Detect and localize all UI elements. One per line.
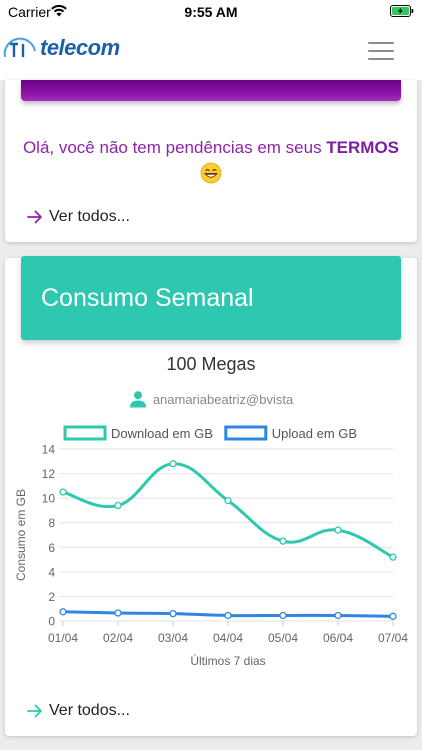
legend-swatch xyxy=(63,425,107,441)
consumption-see-all-label: Ver todos... xyxy=(49,702,130,719)
y-tick-label: 6 xyxy=(48,541,55,555)
data-point xyxy=(389,553,397,561)
x-tick-label: 05/04 xyxy=(268,631,298,645)
clock: 9:55 AM xyxy=(184,4,238,20)
x-tick-label: 02/04 xyxy=(103,631,133,645)
consumption-title: Consumo Semanal xyxy=(41,284,254,312)
terms-message: Olá, você não tem pendências em seus TER… xyxy=(13,136,409,184)
legend-label: Upload em GB xyxy=(272,426,357,441)
x-tick-label: 07/04 xyxy=(378,631,408,645)
weekly-consumption-card: Consumo Semanal 100 Megas anamariabeatri… xyxy=(5,256,417,736)
x-tick-label: 06/04 xyxy=(323,631,353,645)
data-point xyxy=(169,609,177,618)
logo-text: telecom xyxy=(40,35,120,57)
y-tick-label: 12 xyxy=(42,467,56,481)
y-tick-label: 8 xyxy=(48,516,55,530)
data-point xyxy=(59,488,67,496)
x-axis-label: Últimos 7 dias xyxy=(190,653,265,668)
data-point xyxy=(334,611,342,620)
arrow-right-icon xyxy=(27,210,42,224)
series-line xyxy=(62,462,394,559)
weekly-consumption-chart: Download em GB Upload em GB 0 2 4 6 8 10 12 14 01/… xyxy=(14,425,408,668)
data-point xyxy=(224,611,232,620)
x-tick-label: 04/04 xyxy=(213,631,243,645)
terms-card-header xyxy=(21,80,401,101)
y-tick-label: 0 xyxy=(48,615,55,629)
terms-see-all-link[interactable]: Ver todos... xyxy=(27,208,130,226)
user-email: anamariabeatriz@bvista xyxy=(152,391,294,407)
status-bar: Carrier 9:55 AM xyxy=(0,0,422,24)
grinning-face-icon xyxy=(200,162,222,183)
data-point xyxy=(389,612,397,620)
terms-message-emphasis: TERMOS xyxy=(326,138,400,157)
y-tick-label: 14 xyxy=(42,443,56,457)
app-header: telecom xyxy=(0,24,422,80)
battery-charging-icon xyxy=(390,5,414,17)
data-point xyxy=(224,496,232,505)
terms-card: Olá, você não tem pendências em seus TER… xyxy=(5,80,417,242)
x-tick-label: 01/04 xyxy=(48,631,78,645)
y-tick-label: 4 xyxy=(48,565,55,579)
user-icon xyxy=(129,391,146,408)
consumption-card-header: Consumo Semanal xyxy=(21,256,401,340)
x-tick-label: 03/04 xyxy=(158,631,188,645)
data-point xyxy=(169,460,177,468)
data-point xyxy=(279,537,287,545)
arrow-right-icon xyxy=(27,704,42,718)
data-point xyxy=(114,501,122,510)
consumption-see-all-link[interactable]: Ver todos... xyxy=(27,702,130,720)
data-point xyxy=(279,611,287,620)
legend-swatch xyxy=(224,425,268,441)
terms-see-all-label: Ver todos... xyxy=(49,208,130,225)
hamburger-menu-icon[interactable] xyxy=(368,42,394,62)
user-row: anamariabeatriz@bvista xyxy=(5,390,417,408)
data-point xyxy=(334,526,342,534)
company-logo: telecom xyxy=(0,35,128,57)
logo-mark-icon xyxy=(3,37,36,57)
data-point xyxy=(59,608,67,616)
y-axis-label: Consumo em GB xyxy=(14,489,28,581)
terms-message-text: Olá, você não tem pendências em seus xyxy=(22,138,327,157)
data-point xyxy=(114,609,122,617)
plan-name: 100 Megas xyxy=(166,354,256,374)
y-tick-label: 2 xyxy=(48,590,55,604)
legend-label: Download em GB xyxy=(111,426,213,441)
y-tick-label: 10 xyxy=(42,492,56,506)
